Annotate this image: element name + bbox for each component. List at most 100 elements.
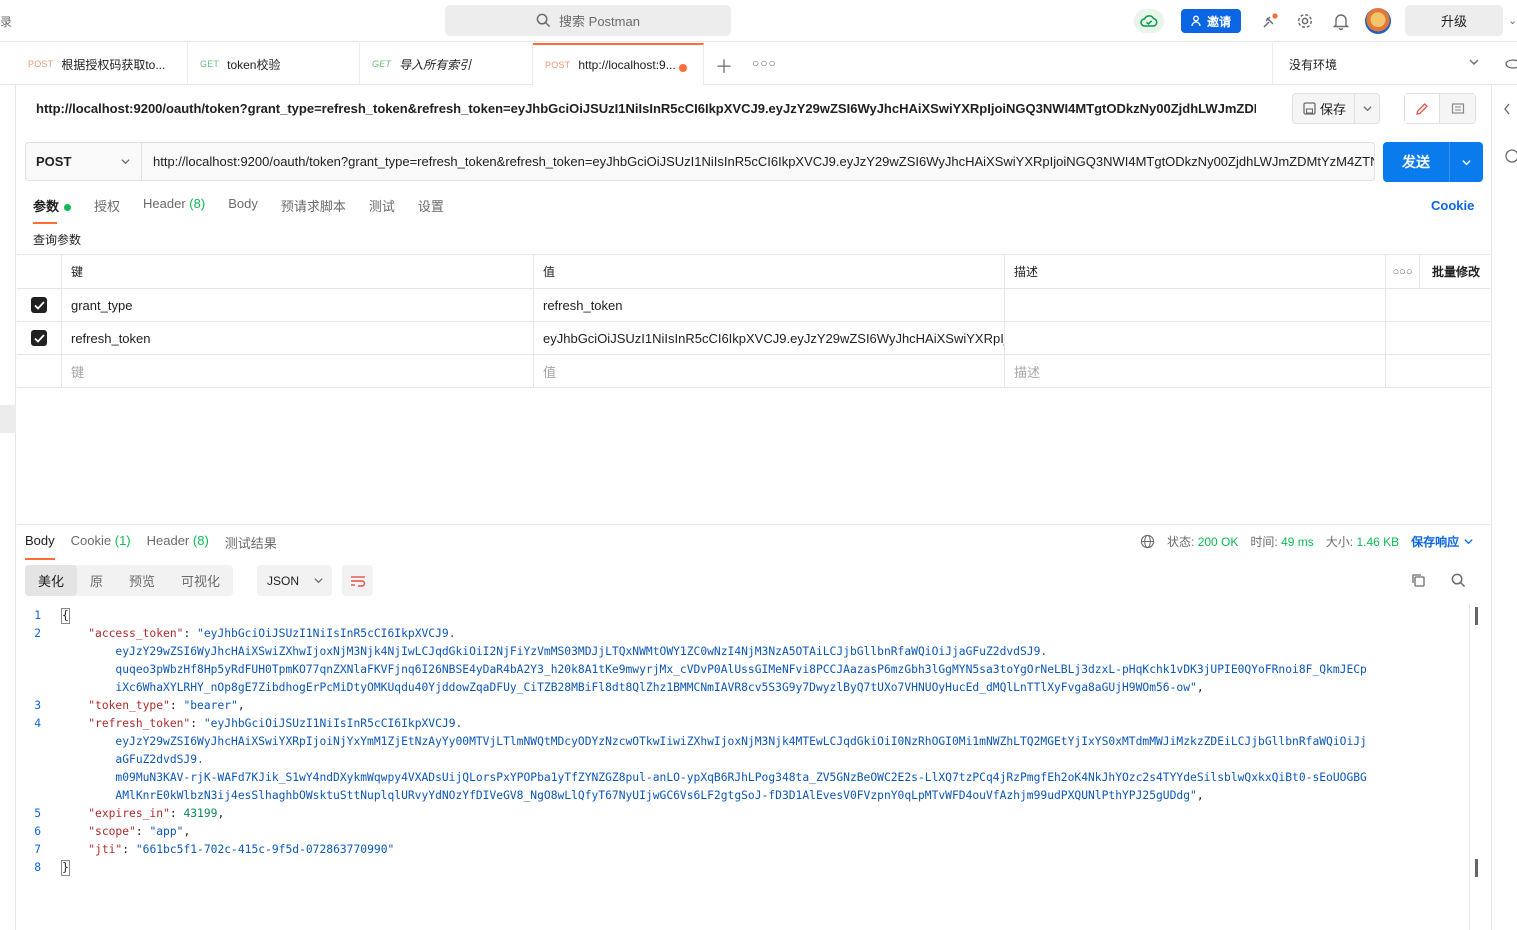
new-tab-plus-icon[interactable]: ＋ (715, 53, 733, 79)
line-number (17, 733, 61, 751)
code-token: "eyJhbGciOiJSUzI1NiIsInR5cCI6IkpXVCJ9. (197, 627, 456, 640)
more-tabs-icon[interactable]: ○○○ (752, 56, 777, 70)
response-tab-test-results[interactable]: 测试结果 (225, 533, 277, 552)
format-mode-segmented: 美化 原 预览 可视化 (25, 565, 234, 596)
code-line: quqeo3pWbzHf8Hp5yRdFUH0TpmKO77qnZXNlaFKV… (17, 661, 1468, 679)
code-token: AMlKnrE0kWlbzN3ij4esSlhaghbOWsktuSttNupl… (61, 789, 1197, 802)
save-options-chevron[interactable] (1354, 94, 1379, 123)
code-text: eyJzY29wZSI6WyJhcHAiXSwiZXhwIjoxNjM3Njk4… (61, 643, 1047, 661)
param-value[interactable]: refresh_token (534, 289, 1005, 321)
send-button[interactable]: 发送 (1383, 142, 1483, 182)
response-tab-body[interactable]: Body (25, 533, 55, 560)
comments-mode-button[interactable] (1440, 94, 1475, 123)
column-options-icon[interactable]: ○○○ (1386, 255, 1420, 288)
cookies-link[interactable]: Cookie (1431, 198, 1474, 213)
status-item[interactable]: 状态: 200 OK (1167, 533, 1238, 550)
mode-preview[interactable]: 预览 (116, 565, 168, 596)
new-value-input[interactable]: 值 (534, 355, 1005, 387)
code-icon[interactable] (1504, 102, 1516, 116)
edit-mode-button[interactable] (1405, 94, 1441, 123)
search-bar[interactable]: 搜索 Postman (445, 5, 731, 36)
tab-request-3[interactable]: GET 导入所有索引 (360, 43, 533, 85)
chevron-down-icon (1363, 106, 1372, 112)
method-selector[interactable]: POST (26, 143, 142, 180)
left-sidebar-collapsed (0, 85, 16, 930)
search-icon[interactable] (1451, 573, 1466, 588)
table-row-new: 键 值 描述 (17, 355, 1490, 388)
response-tab-cookies[interactable]: Cookie (1) (71, 533, 131, 552)
code-text: "jti": "661bc5f1-702c-415c-9f5d-07286377… (61, 841, 394, 859)
time-item[interactable]: 时间: 49 ms (1250, 533, 1313, 550)
url-input[interactable]: http://localhost:9200/oauth/token?grant_… (142, 143, 1374, 180)
invite-button[interactable]: 邀请 (1181, 9, 1241, 33)
sync-status[interactable] (1134, 9, 1164, 33)
tab-body[interactable]: Body (228, 196, 258, 215)
format-type-select[interactable]: JSON (257, 565, 332, 596)
row-checkbox[interactable] (31, 297, 47, 313)
tab-pre-request-script[interactable]: 预请求脚本 (281, 196, 346, 215)
chevron-down-icon[interactable]: ⌄ (1508, 14, 1517, 27)
satellite-icon[interactable] (1259, 10, 1281, 32)
workspace-label[interactable]: 录 (0, 13, 12, 30)
globe-icon[interactable] (1140, 534, 1155, 549)
code-line: iXc6WhaXYLRHY_nOp8gE7ZibdhogErPcMiDtyOMK… (17, 679, 1468, 697)
response-headers-count: (8) (192, 533, 209, 548)
tab-request-2[interactable]: GET token校验 (188, 43, 360, 85)
upgrade-button[interactable]: 升级 (1405, 5, 1503, 36)
environment-quick-look-icon[interactable] (1505, 58, 1517, 70)
tab-settings[interactable]: 设置 (418, 196, 444, 215)
tab-authorization[interactable]: 授权 (94, 196, 120, 215)
wrap-lines-button[interactable] (342, 565, 373, 596)
header-key: 键 (62, 255, 534, 288)
param-description[interactable] (1005, 322, 1386, 354)
code-line: 7 "jti": "661bc5f1-702c-415c-9f5d-072863… (17, 841, 1468, 859)
save-button[interactable]: 保存 (1292, 93, 1380, 124)
code-text: "expires_in": 43199, (61, 805, 224, 823)
size-item[interactable]: 大小: 1.46 KB (1326, 533, 1399, 550)
bulk-edit-button[interactable]: 批量修改 (1420, 255, 1490, 288)
empty-check-cell (17, 355, 62, 387)
save-response-button[interactable]: 保存响应 (1411, 533, 1474, 550)
tab-request-4-active[interactable]: POST http://localhost:9... (533, 43, 704, 85)
response-scrollbar[interactable] (1469, 604, 1481, 930)
tab-tests[interactable]: 测试 (369, 196, 395, 215)
mode-visualize[interactable]: 可视化 (168, 565, 233, 596)
code-line: 3 "token_type": "bearer", (17, 697, 1468, 715)
code-token: eyJzY29wZSI6WyJhcHAiXSwiZXhwIjoxNjM3Njk4… (61, 645, 1048, 658)
code-text: { (61, 607, 70, 625)
comment-icon (1451, 102, 1464, 114)
new-key-input[interactable]: 键 (62, 355, 534, 387)
info-icon[interactable] (1504, 148, 1517, 164)
new-description-input[interactable]: 描述 (1005, 355, 1386, 387)
settings-gear-icon[interactable] (1294, 10, 1316, 32)
table-row: grant_type refresh_token (17, 289, 1490, 322)
param-key[interactable]: grant_type (62, 289, 534, 321)
code-token: quqeo3pWbzHf8Hp5yRdFUH0TpmKO77qnZXNlaFKV… (61, 663, 1367, 676)
line-number: 3 (34, 699, 41, 712)
notifications-bell-icon[interactable] (1330, 10, 1352, 32)
response-tab-headers[interactable]: Header (8) (147, 533, 209, 552)
time-label: 时间: (1250, 535, 1278, 549)
param-key[interactable]: refresh_token (62, 322, 534, 354)
code-token: iXc6WhaXYLRHY_nOp8gE7ZibdhogErPcMiDtyOMK… (61, 681, 1197, 694)
user-avatar[interactable] (1365, 8, 1391, 34)
tab-request-1[interactable]: POST 根据授权码获取to... (16, 43, 188, 85)
tab-params[interactable]: 参数 (33, 196, 72, 224)
response-body-viewer[interactable]: 1{2 "access_token": "eyJhbGciOiJSUzI1NiI… (17, 607, 1468, 877)
environment-selector[interactable]: 没有环境 (1272, 43, 1494, 85)
request-title[interactable]: http://localhost:9200/oauth/token?grant_… (36, 101, 1256, 116)
response-status-bar: 状态: 200 OK 时间: 49 ms 大小: 1.46 KB 保存响应 (1140, 533, 1474, 550)
tab-headers[interactable]: Header (8) (143, 196, 205, 215)
mode-raw[interactable]: 原 (77, 565, 116, 596)
pane-divider[interactable] (17, 524, 1490, 525)
checkmark-icon (33, 300, 45, 310)
save-label: 保存 (1320, 102, 1347, 117)
copy-icon[interactable] (1411, 573, 1426, 588)
sidebar-handle[interactable] (0, 405, 16, 433)
mode-pretty[interactable]: 美化 (25, 565, 78, 596)
line-number (17, 787, 61, 805)
send-options-chevron[interactable] (1449, 142, 1483, 182)
param-value[interactable]: eyJhbGciOiJSUzI1NiIsInR5cCI6IkpXVCJ9.eyJ… (534, 322, 1005, 354)
row-checkbox[interactable] (31, 330, 47, 346)
param-description[interactable] (1005, 289, 1386, 321)
